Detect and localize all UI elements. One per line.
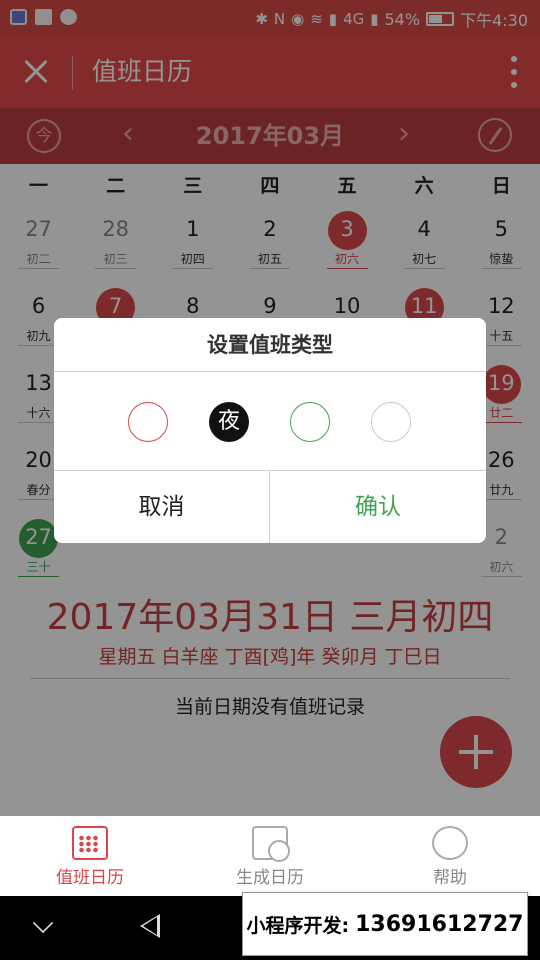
duty-type-options: 夜 [54,372,486,470]
banner-phone: 13691612727 [355,911,524,937]
tab-label: 值班日历 [56,868,124,888]
duty-option-red[interactable] [128,402,168,442]
duty-option-green[interactable] [290,402,330,442]
cancel-button[interactable]: 取消 [54,471,270,543]
dialog-title: 设置值班类型 [54,318,486,372]
tab-generate-calendar[interactable]: 生成日历 [180,816,360,896]
duty-type-dialog: 设置值班类型 夜 取消 确认 [54,318,486,543]
tab-help[interactable]: 帮助 [360,816,540,896]
developer-banner: 小程序开发: 13691612727 [242,892,528,956]
tab-duty-calendar[interactable]: 值班日历 [0,816,180,896]
calendar-icon [72,826,108,860]
tab-label: 生成日历 [236,868,304,888]
duty-option-night[interactable]: 夜 [209,402,249,442]
back-triangle-icon[interactable] [140,914,160,938]
duty-option-none[interactable] [371,402,411,442]
chat-bubble-icon [432,826,468,860]
bottom-tab-bar: 值班日历 生成日历 帮助 [0,816,540,896]
tab-label: 帮助 [433,868,467,888]
chevron-down-icon[interactable] [32,912,54,934]
calendar-clock-icon [252,826,290,862]
banner-label: 小程序开发: [246,914,350,937]
confirm-button[interactable]: 确认 [270,471,486,543]
